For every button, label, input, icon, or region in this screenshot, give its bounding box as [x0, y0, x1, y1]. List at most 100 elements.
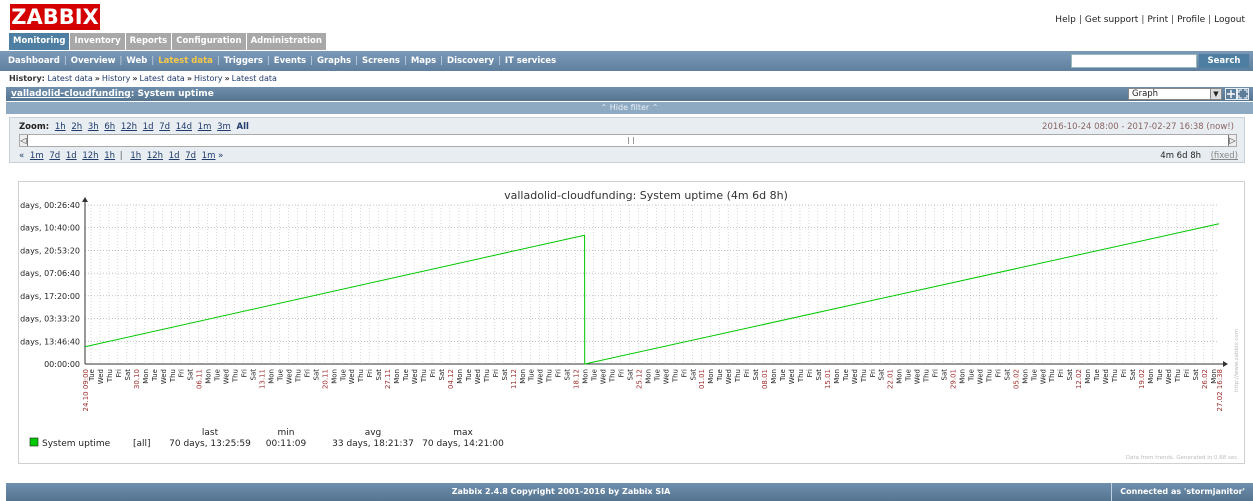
view-type-select[interactable]: Graph ▼ [1128, 88, 1222, 100]
x-date-label: 27.02 16:38 [1216, 369, 1224, 411]
period-back-12h[interactable]: 12h [82, 151, 98, 161]
period-fwd-12h[interactable]: 12h [147, 151, 163, 161]
fixed-toggle[interactable]: (fixed) [1211, 151, 1238, 161]
zoom-option-14d[interactable]: 14d [176, 122, 192, 132]
period-fwd-1m[interactable]: 1m [202, 151, 216, 161]
zoom-option-3h[interactable]: 3h [88, 122, 99, 132]
submenu-latest-data[interactable]: Latest data [158, 56, 213, 66]
zoom-label: Zoom: [19, 122, 50, 132]
zoom-option-12h[interactable]: 12h [121, 122, 137, 132]
submenu-triggers[interactable]: Triggers [224, 56, 263, 66]
scroll-grip-icon[interactable] [628, 137, 634, 144]
zoom-option-all[interactable]: All [236, 122, 248, 132]
zoom-option-1m[interactable]: 1m [198, 122, 212, 132]
x-weekday-label: Sat [187, 369, 195, 381]
submenu-dashboard[interactable]: Dashboard [8, 56, 60, 66]
x-weekday-label: Fri [241, 369, 249, 377]
item-name: : System uptime [130, 89, 214, 99]
scroll-left-handle[interactable]: ◁ [20, 135, 28, 146]
x-weekday-label: Thu [923, 369, 931, 383]
scroll-right-handle[interactable]: ▷ [1228, 135, 1236, 146]
x-weekday-label: Mon [519, 369, 527, 384]
uptime-graph[interactable]: days, 00:26:40 days, 10:40:00 days, 20:53:… [19, 182, 1246, 465]
period-back-1d[interactable]: 1d [66, 151, 77, 161]
submenu-it-services[interactable]: IT services [505, 56, 556, 66]
x-weekday-label: Fri [932, 369, 940, 377]
top-links: Help | Get support | Print | Profile | Logout [1055, 15, 1245, 25]
graph-frame: days, 00:26:40 days, 10:40:00 days, 20:53:… [18, 181, 1245, 464]
x-weekday-label: Thu [797, 369, 805, 383]
x-weekday-label: Thu [608, 369, 616, 383]
x-date-label: 24.10 09:00 [82, 369, 90, 411]
submenu-overview[interactable]: Overview [71, 56, 116, 66]
search-input[interactable] [1071, 54, 1197, 68]
period-back-7d[interactable]: 7d [49, 151, 60, 161]
zoom-option-7d[interactable]: 7d [159, 122, 170, 132]
x-weekday-label: Tue [339, 369, 347, 382]
zoom-option-2h[interactable]: 2h [71, 122, 82, 132]
zoom-option-3m[interactable]: 3m [217, 122, 231, 132]
footer: Zabbix 2.4.8 Copyright 2001-2016 by Zabb… [6, 483, 1253, 501]
submenu-web[interactable]: Web [126, 56, 147, 66]
period-back-first[interactable]: « [19, 151, 24, 161]
menu-inventory[interactable]: Inventory [70, 33, 125, 50]
menu-reports[interactable]: Reports [125, 33, 172, 50]
x-weekday-label: Tue [1093, 369, 1101, 382]
chevron-down-icon: ▼ [1210, 89, 1221, 99]
hide-filter-toggle[interactable]: ⌃ Hide filter ⌃ [6, 102, 1253, 114]
x-weekday-label: Thu [671, 369, 679, 383]
period-fwd-7d[interactable]: 7d [185, 151, 196, 161]
date-range: 2016-10-24 08:00 - 2017-02-27 16:38 (now… [1042, 122, 1234, 132]
breadcrumb-item[interactable]: Latest data [140, 74, 185, 83]
header: ZABBIX Help | Get support | Print | Profile | Lo… [0, 0, 1253, 32]
x-weekday-label: Mon [582, 369, 590, 384]
timeline-scrollbar[interactable]: ◁ ▷ [19, 134, 1237, 147]
fullscreen-icon[interactable] [1225, 88, 1249, 100]
period-fwd-last[interactable]: » [218, 151, 223, 161]
submenu-events[interactable]: Events [274, 56, 306, 66]
x-date-label: 22.01 [887, 369, 895, 389]
x-weekday-label: Tue [1030, 369, 1038, 382]
x-weekday-label: Mon [330, 369, 338, 384]
x-weekday-label: Thu [860, 369, 868, 383]
zoom-option-1h[interactable]: 1h [55, 122, 66, 132]
x-weekday-label: Thu [357, 369, 365, 383]
profile-link[interactable]: Profile [1177, 15, 1205, 25]
period-back-1h[interactable]: 1h [104, 151, 115, 161]
x-weekday-label: Wed [223, 369, 231, 384]
zabbix-logo[interactable]: ZABBIX [10, 4, 100, 30]
x-weekday-label: Thu [420, 369, 428, 383]
x-weekday-label: Fri [1120, 369, 1128, 377]
menu-configuration[interactable]: Configuration [172, 33, 246, 50]
get-support-link[interactable]: Get support [1085, 15, 1138, 25]
submenu-screens[interactable]: Screens [362, 56, 400, 66]
submenu-discovery[interactable]: Discovery [447, 56, 494, 66]
breadcrumb-item[interactable]: History [102, 74, 130, 83]
legend-last-value: 70 days, 13:25:59 [169, 439, 251, 449]
submenu-maps[interactable]: Maps [411, 56, 436, 66]
legend-swatch [29, 437, 39, 447]
x-weekday-label: Mon [1147, 369, 1155, 384]
period-back-1m[interactable]: 1m [30, 151, 44, 161]
menu-monitoring[interactable]: Monitoring [9, 33, 70, 50]
breadcrumb-item[interactable]: Latest data [232, 74, 277, 83]
x-date-label: 18.12 [573, 369, 581, 389]
search-button[interactable]: Search [1199, 54, 1249, 68]
zoom-option-1d[interactable]: 1d [143, 122, 154, 132]
host-link[interactable]: valladolid-cloudfunding [11, 89, 131, 99]
logout-link[interactable]: Logout [1214, 15, 1245, 25]
period-fwd-1h[interactable]: 1h [130, 151, 141, 161]
breadcrumb-item[interactable]: History [194, 74, 222, 83]
breadcrumb-item[interactable]: Latest data [47, 74, 92, 83]
help-link[interactable]: Help [1055, 15, 1076, 25]
menu-administration[interactable]: Administration [246, 33, 326, 50]
x-weekday-label: Fri [303, 369, 311, 377]
x-weekday-label: Wed [285, 369, 293, 384]
x-weekday-label: Wed [1165, 369, 1173, 384]
print-link[interactable]: Print [1147, 15, 1168, 25]
legend-header-avg: avg [365, 428, 382, 438]
x-weekday-label: Tue [905, 369, 913, 382]
submenu-graphs[interactable]: Graphs [317, 56, 351, 66]
zoom-option-6h[interactable]: 6h [104, 122, 115, 132]
period-fwd-1d[interactable]: 1d [169, 151, 180, 161]
